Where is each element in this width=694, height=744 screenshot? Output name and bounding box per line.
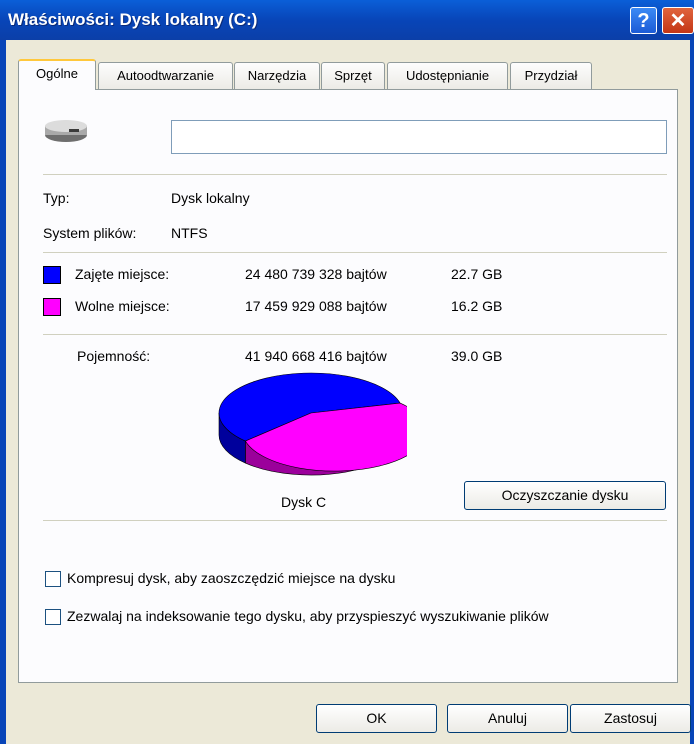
help-button[interactable]: ?	[630, 7, 657, 34]
file-system-value: NTFS	[171, 225, 208, 241]
used-space-swatch	[43, 266, 61, 284]
cancel-button[interactable]: Anuluj	[447, 704, 568, 733]
close-button[interactable]: ✕	[662, 7, 694, 34]
ok-button[interactable]: OK	[316, 704, 437, 733]
type-value: Dysk lokalny	[171, 190, 250, 206]
volume-label-input[interactable]	[171, 120, 667, 154]
free-space-swatch	[43, 298, 61, 316]
index-checkbox[interactable]	[45, 609, 61, 625]
capacity-bytes: 41 940 668 416 bajtów	[245, 348, 387, 364]
window-title: Właściwości: Dysk lokalny (C:)	[8, 10, 258, 29]
tab-tools[interactable]: Narzędzia	[234, 62, 320, 89]
separator	[43, 520, 667, 521]
free-space-size: 16.2 GB	[451, 298, 503, 314]
window-frame-right	[690, 40, 694, 744]
title-bar[interactable]: Właściwości: Dysk lokalny (C:) ? ✕	[0, 0, 694, 40]
used-space-bytes: 24 480 739 328 bajtów	[245, 266, 387, 282]
capacity-size: 39.0 GB	[451, 348, 503, 364]
compress-checkbox-label[interactable]: Kompresuj dysk, aby zaoszczędzić miejsce…	[67, 570, 395, 586]
drive-caption: Dysk C	[281, 494, 327, 510]
general-tab-panel: Typ: Dysk lokalny System plików: NTFS Za…	[18, 89, 678, 683]
index-checkbox-label[interactable]: Zezwalaj na indeksowanie tego dysku, aby…	[67, 608, 549, 624]
free-space-label: Wolne miejsce:	[75, 298, 170, 314]
free-space-bytes: 17 459 929 088 bajtów	[245, 298, 387, 314]
tab-quota[interactable]: Przydział	[510, 62, 592, 89]
separator	[43, 334, 667, 335]
file-system-label: System plików:	[43, 225, 137, 241]
tab-general[interactable]: Ogólne	[18, 59, 96, 90]
capacity-label: Pojemność:	[77, 348, 151, 364]
window-frame-left	[0, 40, 6, 744]
hard-disk-icon	[45, 120, 87, 142]
disk-usage-pie-chart	[218, 372, 407, 476]
compress-checkbox[interactable]	[45, 571, 61, 587]
tab-autoplay[interactable]: Autoodtwarzanie	[98, 62, 233, 89]
disk-cleanup-button[interactable]: Oczyszczanie dysku	[464, 481, 666, 510]
apply-button[interactable]: Zastosuj	[570, 704, 691, 733]
used-space-size: 22.7 GB	[451, 266, 503, 282]
type-label: Typ:	[43, 190, 70, 206]
used-space-label: Zajęte miejsce:	[75, 266, 170, 282]
separator	[43, 252, 667, 253]
properties-window: Właściwości: Dysk lokalny (C:) ? ✕ Ogóln…	[0, 0, 694, 744]
tab-sharing[interactable]: Udostępnianie	[387, 62, 508, 89]
tab-hardware[interactable]: Sprzęt	[321, 62, 385, 89]
separator	[43, 174, 667, 175]
